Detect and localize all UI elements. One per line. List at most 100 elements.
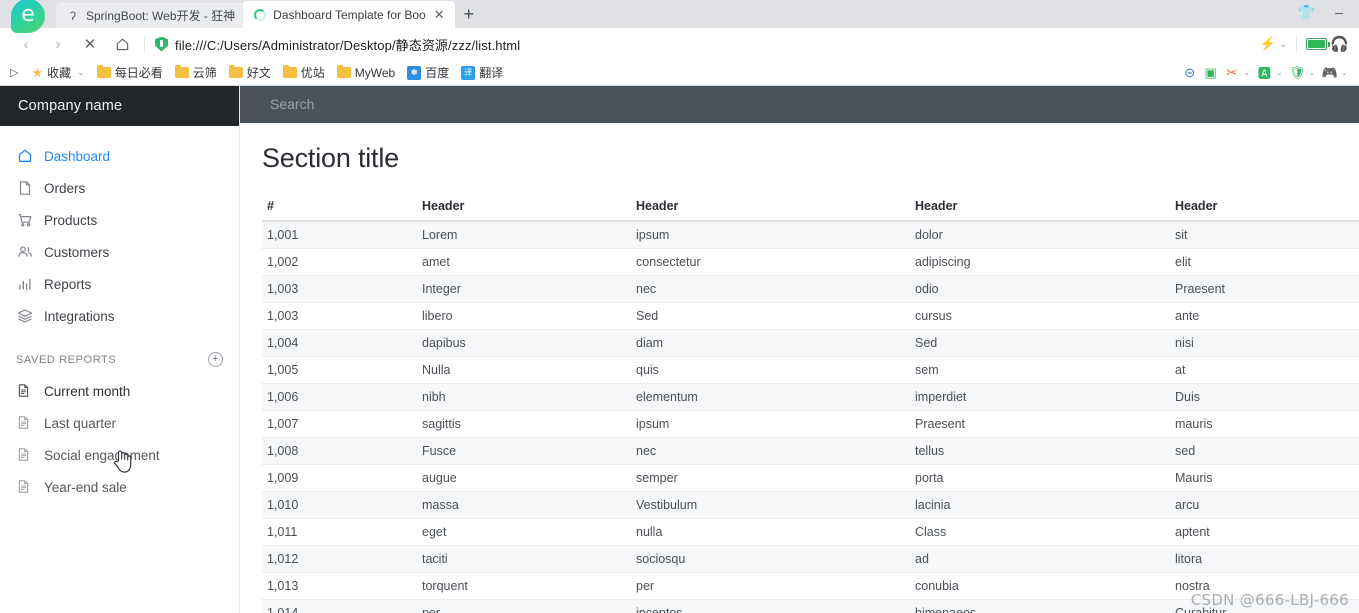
chevron-down-icon[interactable]: ⌄ <box>1341 68 1348 77</box>
sidebar-nav: Dashboard Orders Products Customers Repo… <box>0 126 239 332</box>
saved-report-last-quarter[interactable]: Last quarter <box>0 407 239 439</box>
table-row: 1,002 amet consectetur adipiscing elit <box>262 248 1359 276</box>
bookmark-myweb[interactable]: MyWeb <box>332 64 400 82</box>
table-row: 1,010 massa Vestibulum lacinia arcu <box>262 491 1359 519</box>
bookmark-label: 好文 <box>246 66 271 80</box>
table-cell-4: elit <box>1170 248 1359 276</box>
table-body: 1,001 Lorem ipsum dolor sit 1,002 amet consecte… <box>262 220 1359 613</box>
address-bar-actions: ⚡ ⌄ 🎧 <box>1260 35 1349 53</box>
bookmark-label: 优站 <box>300 66 325 80</box>
bookmark-baidu[interactable]: ✽ 百度 <box>402 62 454 83</box>
gamepad-icon[interactable]: 🎮 <box>1320 63 1339 82</box>
security-shield-icon[interactable]: 🛡 <box>1288 63 1307 82</box>
stop-icon[interactable]: ✕ <box>74 28 106 60</box>
table-cell-4: ante <box>1170 302 1359 330</box>
table-cell-4: aptent <box>1170 518 1359 546</box>
table-cell-2: ipsum <box>631 220 910 249</box>
battery-icon[interactable] <box>1306 38 1331 50</box>
table-row: 1,012 taciti sociosqu ad litora <box>262 545 1359 573</box>
table-cell-0: 1,007 <box>262 410 417 438</box>
folder-icon <box>228 64 243 78</box>
sidebar-item-dashboard[interactable]: Dashboard <box>0 140 239 172</box>
home-icon[interactable] <box>106 28 138 60</box>
star-icon: ★ <box>31 65 44 80</box>
sidebar-item-reports[interactable]: Reports <box>0 268 239 300</box>
table-cell-2: Sed <box>631 302 910 330</box>
lightning-icon[interactable]: ⚡ <box>1260 36 1276 52</box>
browser-tab-1[interactable]: ʔ SpringBoot: Web开发 - 狂神 <box>56 3 244 28</box>
bookmark-articles[interactable]: 好文 <box>224 62 276 83</box>
table-cell-4: Praesent <box>1170 275 1359 303</box>
translate-icon: 译 <box>461 65 476 80</box>
bookmarks-expand-icon[interactable]: ▷ <box>8 66 24 79</box>
saved-report-label: Current month <box>44 383 131 399</box>
table-cell-4: nisi <box>1170 329 1359 357</box>
chevron-down-icon: ⌄ <box>77 67 85 77</box>
add-report-button[interactable]: + <box>208 352 223 367</box>
table-row: 1,003 Integer nec odio Praesent <box>262 275 1359 303</box>
bookmark-cloud[interactable]: 云筛 <box>170 62 222 83</box>
close-icon[interactable]: ✕ <box>432 7 447 22</box>
table-cell-2: nulla <box>631 518 910 546</box>
table-cell-1: Lorem <box>417 220 631 249</box>
sidebar-item-customers[interactable]: Customers <box>0 236 239 268</box>
saved-report-current-month[interactable]: Current month <box>0 375 239 407</box>
bookmark-label: 收藏 <box>47 66 72 80</box>
table-cell-2: semper <box>631 464 910 492</box>
saved-report-social-engagement[interactable]: Social engagement <box>0 439 239 471</box>
document-icon <box>16 479 33 496</box>
translate-ext-icon[interactable]: 🅰 <box>1255 63 1274 82</box>
chevron-down-icon[interactable]: ⌄ <box>1243 68 1250 77</box>
url-input[interactable]: file:///C:/Users/Administrator/Desktop/静… <box>151 35 1260 54</box>
minimize-button[interactable]: – <box>1335 5 1343 19</box>
table-cell-2: sociosqu <box>631 545 910 573</box>
sidebar-item-label: Reports <box>44 276 92 292</box>
tab-strip: ʔ SpringBoot: Web开发 - 狂神 Dashboard Templ… <box>0 0 1359 33</box>
table-cell-4: arcu <box>1170 491 1359 519</box>
scissors-icon[interactable]: ✂ <box>1222 63 1241 82</box>
green-shield-icon[interactable]: ▣ <box>1201 63 1220 82</box>
table-row: 1,001 Lorem ipsum dolor sit <box>262 220 1359 249</box>
chevron-down-icon[interactable]: ⌄ <box>1276 68 1283 77</box>
search-input[interactable]: Search <box>270 96 314 112</box>
bookmark-sites[interactable]: 优站 <box>278 62 330 83</box>
table-cell-0: 1,003 <box>262 302 417 330</box>
table-cell-1: sagittis <box>417 410 631 438</box>
adblock-icon[interactable]: ⊝ <box>1180 63 1199 82</box>
saved-report-year-end-sale[interactable]: Year-end sale <box>0 471 239 503</box>
bookmark-translate[interactable]: 译 翻译 <box>456 62 508 83</box>
headphones-icon[interactable]: 🎧 <box>1330 35 1349 53</box>
table-cell-2: nec <box>631 437 910 465</box>
forward-icon[interactable]: › <box>42 28 74 60</box>
new-tab-button[interactable]: + <box>455 1 483 28</box>
saved-reports-heading: SAVED REPORTS + <box>0 332 239 375</box>
bookmark-favorites[interactable]: ★ 收藏 ⌄ <box>26 62 89 83</box>
table-column-header-3: Header <box>910 193 1170 222</box>
table-header: # Header Header Header Header <box>262 193 1359 222</box>
table-cell-0: 1,001 <box>262 220 417 249</box>
skin-icon[interactable]: 👕 <box>1298 5 1315 19</box>
table-cell-3: cursus <box>910 302 1170 330</box>
table-column-header-0: # <box>262 193 417 222</box>
sidebar-item-label: Orders <box>44 180 86 196</box>
folder-icon <box>174 64 189 78</box>
table-cell-4: at <box>1170 356 1359 384</box>
bookmark-label: MyWeb <box>354 65 396 80</box>
sidebar-item-products[interactable]: Products <box>0 204 239 236</box>
table-cell-3: odio <box>910 275 1170 303</box>
browser-window: ʔ SpringBoot: Web开发 - 狂神 Dashboard Templ… <box>0 0 1359 613</box>
chevron-down-icon[interactable]: ⌄ <box>1309 68 1316 77</box>
sidebar-item-label: Customers <box>44 244 110 260</box>
table-row: 1,004 dapibus diam Sed nisi <box>262 329 1359 357</box>
table-cell-4: sit <box>1170 220 1359 249</box>
tab-title: Dashboard Template for Boo <box>273 7 426 22</box>
table-row: 1,006 nibh elementum imperdiet Duis <box>262 383 1359 411</box>
saved-report-label: Social engagement <box>44 447 160 463</box>
table-row: 1,007 sagittis ipsum Praesent mauris <box>262 410 1359 438</box>
chevron-down-icon[interactable]: ⌄ <box>1279 39 1287 50</box>
sidebar-item-integrations[interactable]: Integrations <box>0 300 239 332</box>
bookmark-daily[interactable]: 每日必看 <box>92 62 168 83</box>
browser-tab-2[interactable]: Dashboard Template for Boo ✕ <box>243 1 455 28</box>
table-cell-0: 1,002 <box>262 248 417 276</box>
sidebar-item-orders[interactable]: Orders <box>0 172 239 204</box>
